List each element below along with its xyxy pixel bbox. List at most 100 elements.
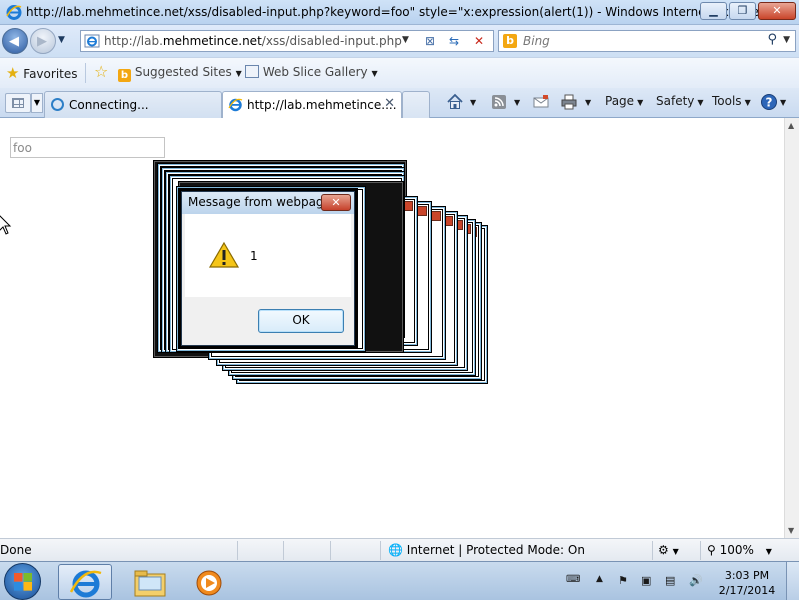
chevron-down-icon: ▼ — [371, 69, 378, 78]
favorites-separator — [85, 63, 86, 83]
stop-icon[interactable]: ✕ — [470, 33, 488, 49]
url-prefix: http://lab. — [104, 34, 163, 48]
tab-connecting[interactable]: Connecting... — [44, 91, 222, 118]
device-icon[interactable]: ▣ — [641, 574, 651, 587]
address-dropdown[interactable]: ▼ — [402, 35, 409, 45]
minimize-button[interactable]: ▁ — [700, 2, 727, 20]
protected-mode-settings[interactable]: ⚙ ▼ — [658, 543, 679, 557]
page-menu-label: Page — [605, 94, 635, 108]
help-icon[interactable]: ? — [760, 93, 778, 111]
show-desktop-button[interactable] — [786, 562, 799, 600]
home-icon[interactable] — [446, 93, 464, 111]
taskbar-media-player-button[interactable] — [182, 564, 236, 600]
search-icon[interactable]: ⚲ — [767, 32, 777, 47]
close-icon: ✕ — [772, 4, 782, 17]
tab-list-dropdown[interactable]: ▼ — [31, 93, 43, 113]
tools-menu[interactable]: Tools ▼ — [712, 94, 751, 108]
action-center-flag-icon[interactable]: ⚑ — [618, 574, 628, 587]
security-zone-label: Internet | Protected Mode: On — [406, 543, 585, 557]
new-tab-button[interactable] — [402, 91, 430, 118]
media-player-icon — [196, 570, 222, 596]
bing-icon: b — [118, 69, 131, 82]
loading-icon — [51, 98, 64, 111]
network-icon[interactable]: ▤ — [665, 574, 675, 587]
back-arrow-icon: ◀ — [9, 34, 19, 49]
back-button[interactable]: ◀ — [2, 28, 28, 54]
forward-button[interactable]: ▶ — [30, 28, 56, 54]
dialog-close-button[interactable]: ✕ — [321, 194, 351, 211]
tools-menu-label: Tools — [712, 94, 742, 108]
chevron-down-icon: ▼ — [637, 98, 644, 107]
feeds-icon[interactable] — [490, 93, 508, 111]
dialog-message: 1 — [250, 249, 258, 263]
page-menu[interactable]: Page ▼ — [605, 94, 643, 108]
vertical-scrollbar[interactable]: ▲ ▼ — [784, 118, 799, 538]
page-icon — [84, 34, 100, 48]
compatibility-view-icon[interactable]: ⊠ — [421, 33, 439, 49]
quick-tabs-icon — [12, 98, 24, 108]
tab-current-page[interactable]: http://lab.mehmetince.... ✕ — [222, 91, 402, 118]
ie-window: http://lab.mehmetince.net/xss/disabled-i… — [0, 0, 799, 600]
start-button[interactable] — [4, 563, 41, 600]
taskbar-ie-button[interactable] — [58, 564, 112, 600]
windows-taskbar: ⌨ ▲ ⚑ ▣ ▤ 🔊 3:03 PM 2/17/2014 — [0, 561, 799, 600]
minimize-icon: ▁ — [709, 4, 718, 17]
add-to-favorites-bar-icon[interactable]: ☆ — [94, 62, 108, 81]
chevron-down-icon: ▼ — [765, 547, 772, 556]
status-divider — [237, 541, 238, 560]
favorites-bar: ★ Favorites ☆ b Suggested Sites ▼ Web Sl… — [0, 57, 799, 88]
scroll-up-icon[interactable]: ▲ — [788, 121, 794, 130]
ie-logo-icon — [6, 5, 22, 20]
close-icon: ✕ — [331, 196, 341, 209]
recent-pages-dropdown[interactable]: ▼ — [58, 35, 65, 45]
quick-tabs-button[interactable] — [5, 93, 31, 113]
print-dropdown[interactable]: ▼ — [585, 98, 591, 107]
close-tab-icon[interactable]: ✕ — [384, 96, 395, 111]
favorites-star-icon: ★ — [6, 64, 20, 82]
close-window-button[interactable]: ✕ — [758, 2, 796, 20]
status-divider — [652, 541, 653, 560]
restore-button[interactable]: ❐ — [729, 2, 756, 20]
dialog-title: Message from webpage — [188, 195, 331, 209]
suggested-sites-link[interactable]: b Suggested Sites ▼ — [118, 65, 242, 82]
safety-menu[interactable]: Safety ▼ — [656, 94, 704, 108]
favorites-button[interactable]: ★ Favorites — [6, 64, 78, 82]
refresh-icon[interactable]: ⇆ — [445, 33, 463, 49]
url-path: /xss/disabled-input.php?keyw — [261, 34, 404, 48]
ie-page-icon — [228, 98, 243, 112]
url-text[interactable]: http://lab.mehmetince.net/xss/disabled-i… — [104, 34, 404, 48]
home-dropdown[interactable]: ▼ — [470, 98, 476, 107]
feeds-dropdown[interactable]: ▼ — [514, 98, 520, 107]
chevron-down-icon: ▼ — [235, 69, 242, 78]
ok-button[interactable]: OK — [258, 309, 344, 333]
mouse-cursor-icon — [0, 215, 12, 235]
show-hidden-icons-button[interactable]: ▲ — [596, 574, 603, 584]
forward-arrow-icon: ▶ — [37, 34, 47, 49]
suggested-sites-label: Suggested Sites — [134, 65, 232, 79]
zoom-control[interactable]: ⚲ 100% ▼ — [707, 543, 772, 557]
search-box[interactable]: b Bing ⚲ ▼ — [498, 30, 796, 52]
mail-icon[interactable] — [532, 93, 550, 111]
tab-command-bar: ▼ Connecting... http://lab.mehmetince...… — [0, 88, 799, 118]
system-clock[interactable]: 3:03 PM 2/17/2014 — [712, 568, 782, 598]
close-icon — [417, 206, 427, 216]
status-bar: Done 🌐 Internet | Protected Mode: On ⚙ ▼… — [0, 538, 799, 561]
keyword-input — [10, 137, 165, 158]
warning-icon — [208, 241, 240, 268]
scroll-down-icon[interactable]: ▼ — [788, 526, 794, 535]
chevron-down-icon: ▼ — [744, 98, 751, 107]
web-slice-gallery-link[interactable]: Web Slice Gallery ▼ — [245, 65, 378, 79]
search-placeholder: Bing — [523, 34, 550, 48]
safety-menu-label: Safety — [656, 94, 695, 108]
web-slice-icon — [245, 65, 259, 78]
dialog-title-bar: Message from webpage ✕ — [182, 192, 354, 214]
search-options-dropdown[interactable]: ▼ — [783, 35, 790, 45]
help-dropdown[interactable]: ▼ — [780, 98, 786, 107]
volume-icon[interactable]: 🔊 — [689, 574, 703, 587]
clock-date: 2/17/2014 — [718, 584, 776, 597]
security-zone[interactable]: 🌐 Internet | Protected Mode: On — [388, 543, 585, 557]
taskbar-explorer-button[interactable] — [123, 564, 177, 600]
print-icon[interactable] — [560, 93, 578, 111]
address-field[interactable]: http://lab.mehmetince.net/xss/disabled-i… — [80, 30, 494, 52]
keyboard-icon[interactable]: ⌨ — [566, 574, 580, 585]
